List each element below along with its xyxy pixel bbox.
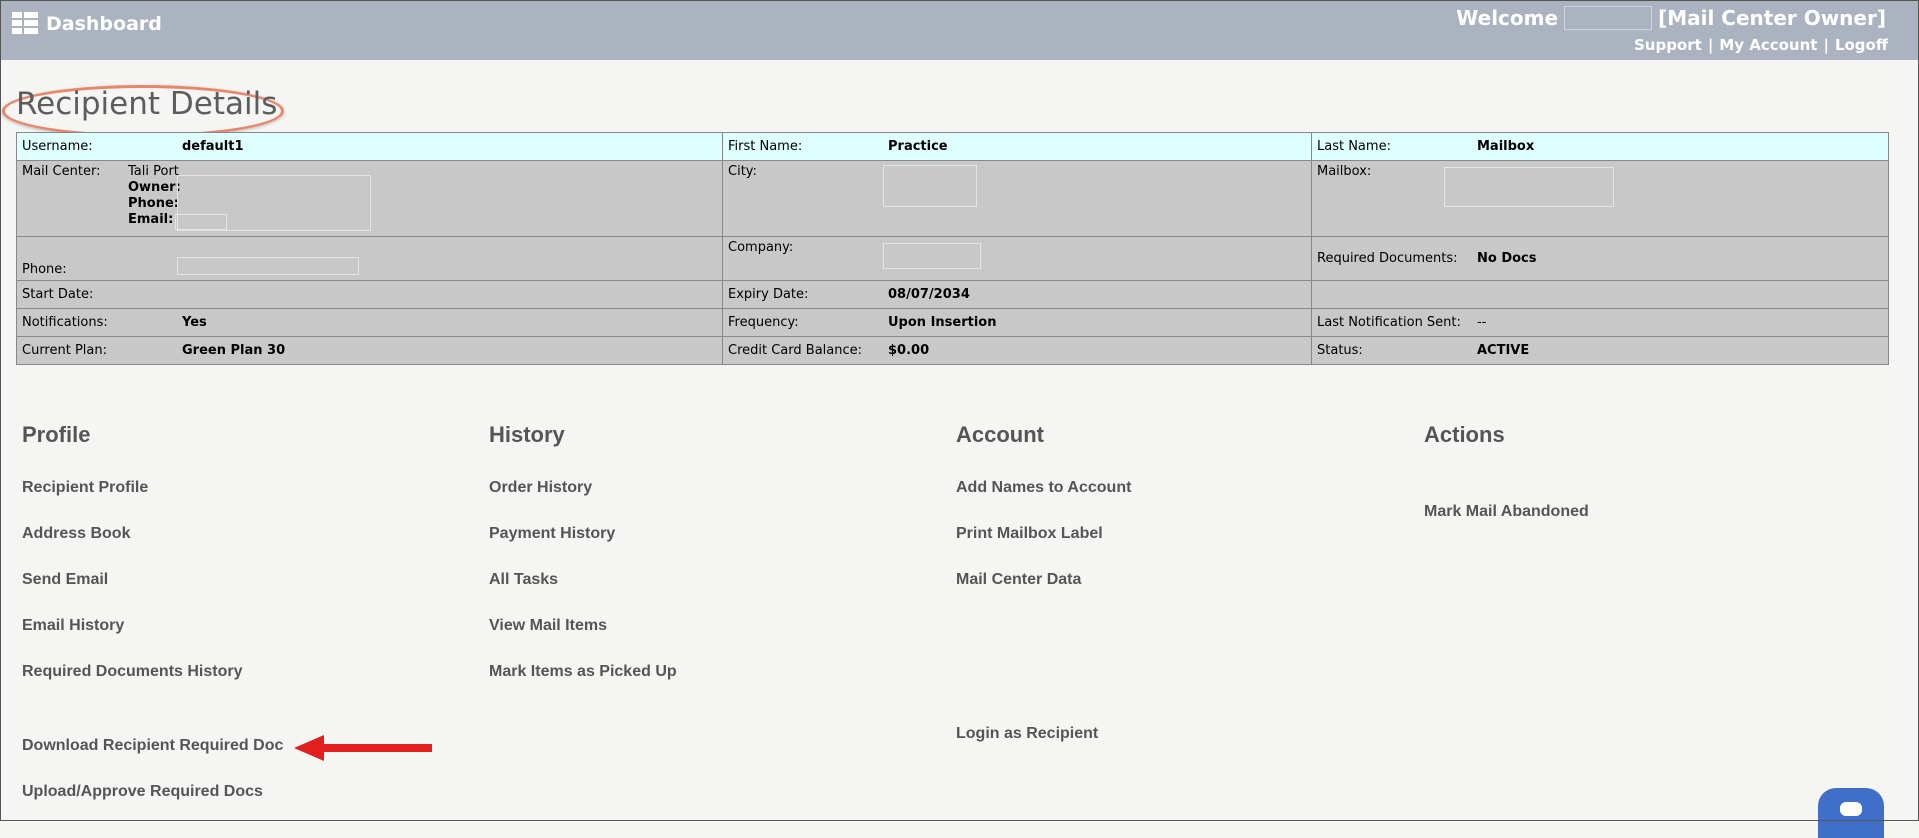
required-docs-value: No Docs xyxy=(1477,251,1537,266)
redacted-city xyxy=(883,165,977,207)
recipient-profile-link[interactable]: Recipient Profile xyxy=(22,479,148,497)
mail-center-owner-label: Owner: xyxy=(128,180,181,195)
start-date-label: Start Date: xyxy=(22,287,94,302)
table-row: Username: default1 First Name: Practice La… xyxy=(16,132,1889,161)
last-notification-value: -- xyxy=(1477,315,1487,330)
my-account-link[interactable]: My Account xyxy=(1719,36,1817,54)
send-email-link[interactable]: Send Email xyxy=(22,571,108,589)
redacted-company xyxy=(883,243,981,269)
order-history-link[interactable]: Order History xyxy=(489,479,592,497)
welcome-text: Welcome [Mail Center Owner] xyxy=(1456,6,1886,30)
redacted-phone xyxy=(177,257,359,275)
expiry-date-value: 08/07/2034 xyxy=(888,287,970,302)
phone-label: Phone: xyxy=(22,262,67,277)
chat-icon[interactable] xyxy=(1818,788,1884,838)
grid-icon xyxy=(12,12,38,36)
username-value: default1 xyxy=(182,139,244,154)
first-name-label: First Name: xyxy=(728,139,803,154)
required-documents-history-link[interactable]: Required Documents History xyxy=(22,663,242,681)
upload-approve-required-docs-link[interactable]: Upload/Approve Required Docs xyxy=(22,783,263,801)
mail-center-email-label: Email: xyxy=(128,212,174,227)
table-row: Start Date: Expiry Date: 08/07/2034 xyxy=(16,280,1889,309)
current-plan-label: Current Plan: xyxy=(22,343,107,358)
first-name-value: Practice xyxy=(888,139,948,154)
last-notification-label: Last Notification Sent: xyxy=(1317,315,1461,330)
user-role: [Mail Center Owner] xyxy=(1658,6,1886,30)
last-name-value: Mailbox xyxy=(1477,139,1535,154)
payment-history-link[interactable]: Payment History xyxy=(489,525,615,543)
all-tasks-link[interactable]: All Tasks xyxy=(489,571,558,589)
cc-balance-label: Credit Card Balance: xyxy=(728,343,862,358)
page-title: Recipient Details xyxy=(16,86,278,122)
download-recipient-required-doc-link[interactable]: Download Recipient Required Doc xyxy=(22,737,283,755)
username-label: Username: xyxy=(22,139,93,154)
last-name-label: Last Name: xyxy=(1317,139,1391,154)
print-mailbox-label-link[interactable]: Print Mailbox Label xyxy=(956,525,1103,543)
redacted-mailbox xyxy=(1444,167,1614,207)
table-row: Phone: Company: Required Documents: No Do… xyxy=(16,236,1889,281)
redacted-username xyxy=(1564,6,1653,30)
address-book-link[interactable]: Address Book xyxy=(22,525,130,543)
redacted-mail-center-email xyxy=(175,214,227,230)
mark-items-picked-up-link[interactable]: Mark Items as Picked Up xyxy=(489,663,677,681)
top-links: Support | My Account | Logoff xyxy=(1633,36,1888,54)
support-link[interactable]: Support xyxy=(1634,36,1702,54)
mail-center-phone-label: Phone: xyxy=(128,196,179,211)
mark-mail-abandoned-link[interactable]: Mark Mail Abandoned xyxy=(1424,503,1589,521)
login-as-recipient-link[interactable]: Login as Recipient xyxy=(956,725,1098,743)
history-heading: History xyxy=(489,422,565,447)
table-row: Mail Center: Tali Port Owner: Phone: Ema… xyxy=(16,160,1889,237)
frequency-label: Frequency: xyxy=(728,315,799,330)
notifications-value: Yes xyxy=(182,315,207,330)
add-names-to-account-link[interactable]: Add Names to Account xyxy=(956,479,1131,497)
notifications-label: Notifications: xyxy=(22,315,108,330)
arrow-annotation-icon xyxy=(294,735,432,761)
top-bar: Dashboard Welcome [Mail Center Owner] Su… xyxy=(0,0,1919,60)
table-row: Notifications: Yes Frequency: Upon Inserti… xyxy=(16,308,1889,337)
recipient-details-table: Username: default1 First Name: Practice La… xyxy=(16,132,1889,365)
dashboard-link[interactable]: Dashboard xyxy=(12,12,162,36)
mail-center-data-link[interactable]: Mail Center Data xyxy=(956,571,1081,589)
chat-bubble-icon xyxy=(1840,802,1862,816)
company-label: Company: xyxy=(728,240,794,255)
mail-center-block: Tali Port Owner: Phone: Email: xyxy=(128,164,181,228)
profile-heading: Profile xyxy=(22,422,91,447)
current-plan-value: Green Plan 30 xyxy=(182,343,286,358)
cc-balance-value: $0.00 xyxy=(888,343,930,358)
table-row: Current Plan: Green Plan 30 Credit Card B… xyxy=(16,336,1889,365)
email-history-link[interactable]: Email History xyxy=(22,617,124,635)
logoff-link[interactable]: Logoff xyxy=(1835,36,1888,54)
account-heading: Account xyxy=(956,422,1044,447)
view-mail-items-link[interactable]: View Mail Items xyxy=(489,617,607,635)
actions-heading: Actions xyxy=(1424,422,1505,447)
mail-center-label: Mail Center: xyxy=(22,164,101,179)
frequency-value: Upon Insertion xyxy=(888,315,997,330)
expiry-date-label: Expiry Date: xyxy=(728,287,809,302)
welcome-label: Welcome xyxy=(1456,6,1559,30)
required-docs-label: Required Documents: xyxy=(1317,251,1458,266)
mail-center-name: Tali Port xyxy=(128,164,179,179)
dashboard-label: Dashboard xyxy=(46,13,162,35)
status-value: ACTIVE xyxy=(1477,343,1530,358)
status-label: Status: xyxy=(1317,343,1363,358)
city-label: City: xyxy=(728,164,757,179)
